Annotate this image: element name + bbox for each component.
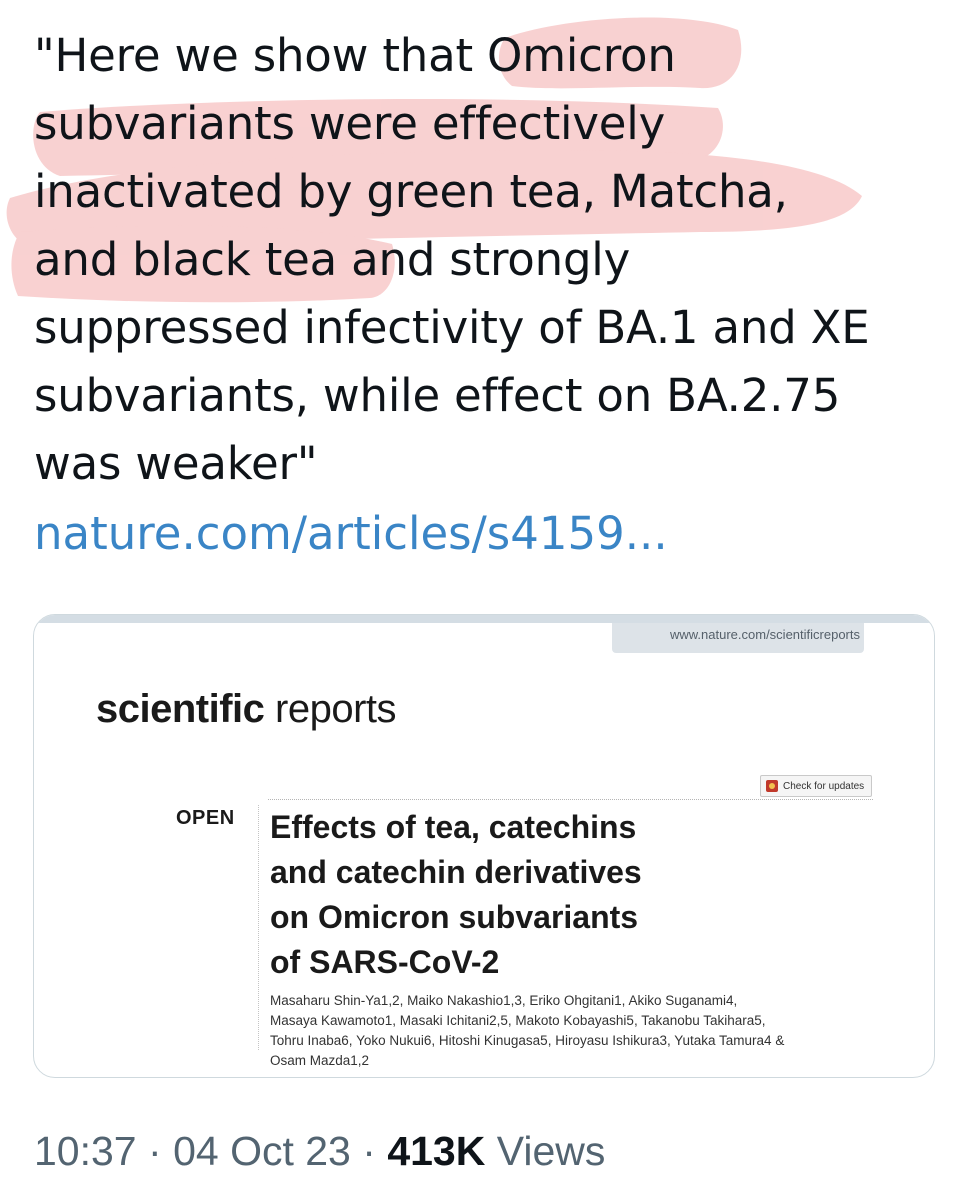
open-access-label: OPEN — [176, 807, 235, 829]
article-title-line: of SARS-CoV-2 — [270, 944, 500, 980]
article-preview-image: www.nature.com/scientificreports scienti… — [34, 615, 934, 1077]
meta-separator: · — [362, 1128, 376, 1174]
site-url: www.nature.com/scientificreports — [669, 627, 860, 642]
tweet-text: "Here we show that Omicron subvariants w… — [34, 22, 944, 498]
author-list: Masaharu Shin-Ya1,2, Maiko Nakashio1,3, … — [270, 991, 870, 1071]
article-link[interactable]: nature.com/articles/s4159... — [34, 500, 668, 568]
tweet-time[interactable]: 10:37 — [34, 1128, 137, 1174]
journal-logo: scientific reports — [96, 687, 397, 732]
tweet-text-line: was weaker" — [34, 437, 318, 490]
tweet-meta: 10:37 · 04 Oct 23 · 413K Views — [34, 1128, 605, 1175]
divider — [258, 805, 259, 1050]
meta-separator: · — [148, 1128, 162, 1174]
tweet-text-line: subvariants were effectively — [34, 97, 666, 150]
crossmark-icon — [766, 780, 778, 792]
article-title-line: Effects of tea, catechins — [270, 809, 637, 845]
card-top-bar — [34, 615, 934, 623]
tweet-text-line: inactivated by green tea, Matcha, — [34, 165, 788, 218]
tweet: "Here we show that Omicron subvariants w… — [0, 0, 967, 1200]
tweet-text-line: suppressed infectivity of BA.1 and XE — [34, 301, 870, 354]
author-line: Tohru Inaba6, Yoko Nukui6, Hitoshi Kinug… — [270, 1033, 785, 1048]
journal-name-bold: scientific — [96, 687, 265, 731]
journal-name-light: reports — [264, 687, 397, 731]
article-title: Effects of tea, catechins and catechin d… — [270, 805, 750, 985]
views-count[interactable]: 413K — [387, 1128, 485, 1174]
link-preview-card[interactable]: www.nature.com/scientificreports scienti… — [33, 614, 935, 1078]
tweet-text-line: subvariants, while effect on BA.2.75 — [34, 369, 841, 422]
views-label: Views — [496, 1128, 606, 1174]
author-line: Osam Mazda1,2 — [270, 1053, 370, 1068]
divider — [268, 799, 873, 800]
check-for-updates-label: Check for updates — [783, 780, 865, 792]
check-for-updates-badge: Check for updates — [760, 775, 872, 797]
article-title-line: and catechin derivatives — [270, 854, 642, 890]
tweet-text-line: and black tea and strongly — [34, 233, 631, 286]
tweet-date[interactable]: 04 Oct 23 — [173, 1128, 351, 1174]
tweet-text-line: "Here we show that Omicron — [34, 29, 676, 82]
article-title-line: on Omicron subvariants — [270, 899, 639, 935]
author-line: Masaya Kawamoto1, Masaki Ichitani2,5, Ma… — [270, 1013, 766, 1028]
author-line: Masaharu Shin-Ya1,2, Maiko Nakashio1,3, … — [270, 993, 738, 1008]
